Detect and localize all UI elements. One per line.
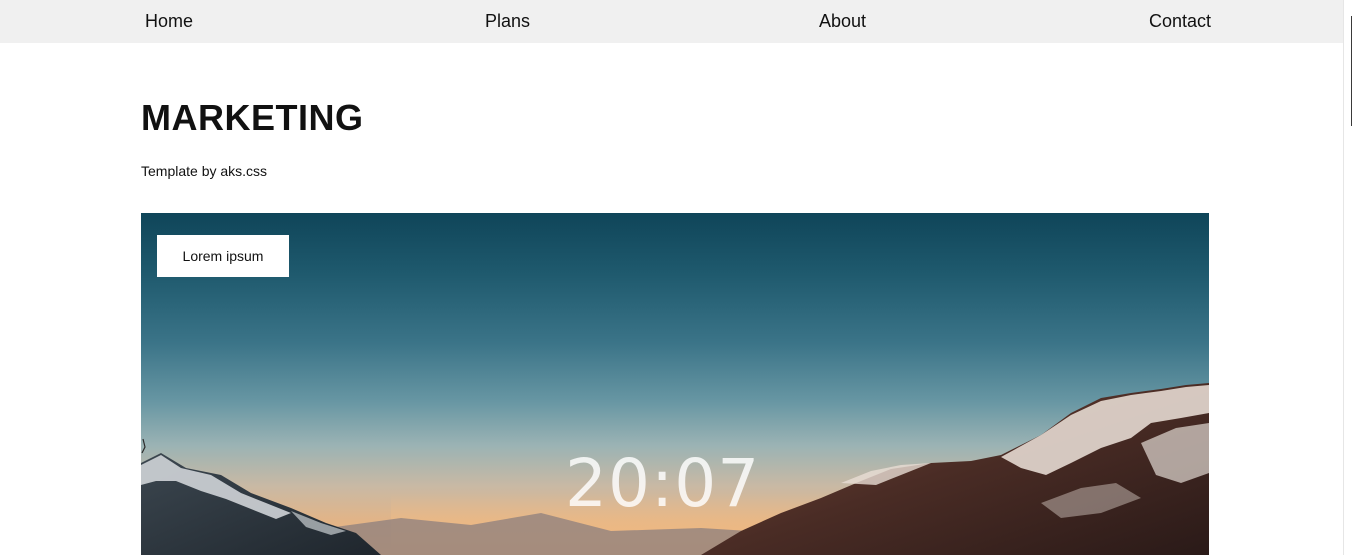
top-nav: Home Plans About Contact (0, 0, 1343, 43)
page-subtitle: Template by aks.css (141, 163, 268, 179)
page: Home Plans About Contact MARKETING Templ… (0, 0, 1352, 555)
nav-item-home[interactable]: Home (145, 11, 193, 31)
nav-item-contact[interactable]: Contact (1149, 11, 1211, 31)
page-scrollbar[interactable] (1343, 0, 1352, 555)
hero-badge-button[interactable]: Lorem ipsum (157, 235, 289, 277)
nav-item-plans[interactable]: Plans (485, 11, 530, 31)
hero-image: Lorem ipsum 20:07 (141, 213, 1209, 555)
nav-item-about[interactable]: About (819, 11, 866, 31)
page-title: MARKETING (141, 97, 364, 138)
clock-overlay: 20:07 (565, 445, 761, 522)
